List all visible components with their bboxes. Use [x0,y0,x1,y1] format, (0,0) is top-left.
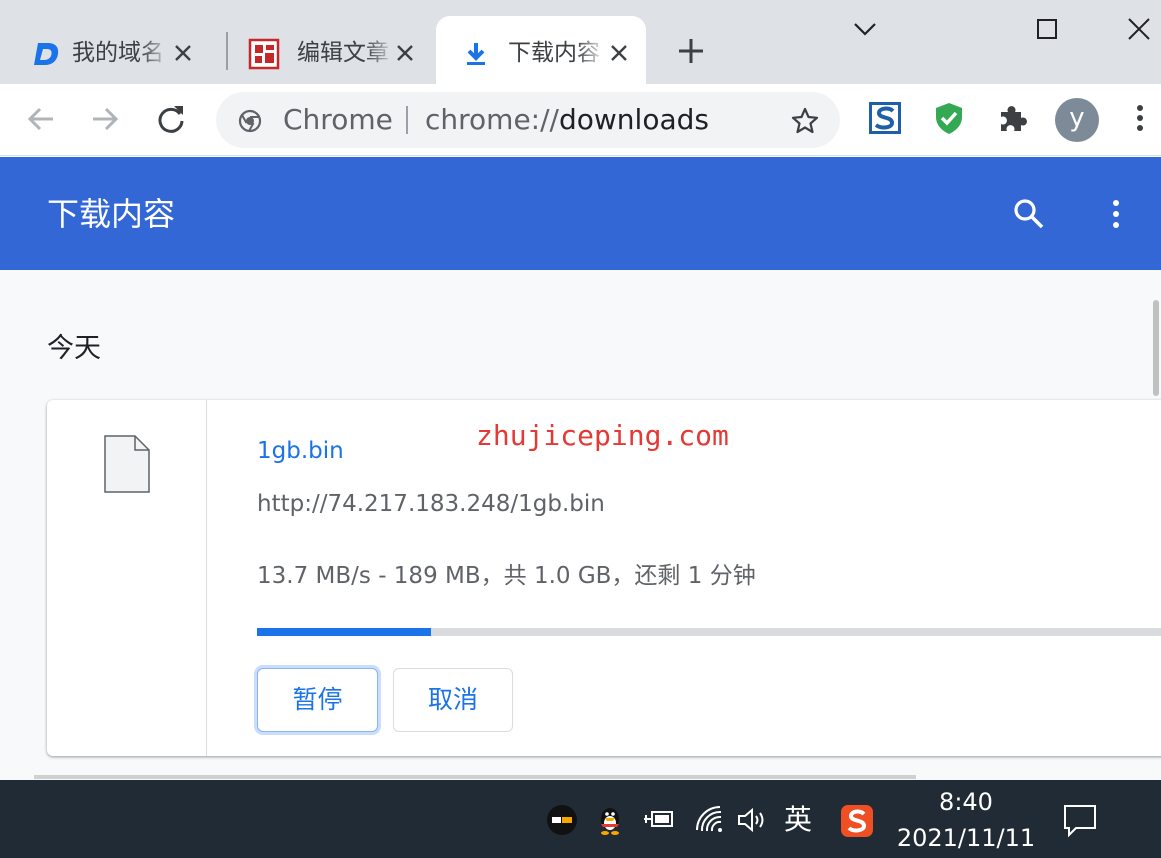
chrome-menu-icon[interactable] [1124,100,1156,136]
tray-app-badge-icon[interactable] [546,804,578,836]
power-plug-battery-icon[interactable] [642,804,674,836]
ime-language-indicator[interactable]: 英 [784,800,812,840]
dnspod-d-icon [30,38,62,70]
shield-check-extension-icon[interactable] [931,100,967,136]
horizontal-scrollbar[interactable] [34,775,916,779]
back-arrow-icon[interactable] [24,102,58,136]
tab-edit-post[interactable]: 编辑文章 [210,16,420,84]
download-status-text: 13.7 MB/s - 189 MB，共 1.0 GB，还剩 1 分钟 [257,563,756,589]
close-tab-icon[interactable] [608,42,630,64]
volume-speaker-icon[interactable] [736,804,768,836]
chrome-logo-icon [238,109,262,133]
download-arrow-icon [460,38,492,70]
taskbar-clock-date[interactable]: 2021/11/11 [896,822,1036,854]
forward-arrow-icon[interactable] [88,102,122,136]
bookmark-star-icon[interactable] [790,106,820,136]
cancel-button[interactable]: 取消 [393,668,513,732]
download-filename-link[interactable]: 1gb.bin [257,434,344,468]
scrollbar-thumb[interactable] [1153,300,1159,396]
downloads-header: 下载内容 [0,157,1161,270]
url-scheme: chrome:// [425,103,559,136]
date-group-heading: 今天 [47,333,101,364]
site-chip-label: Chrome [283,103,393,136]
close-tab-icon[interactable] [394,42,416,64]
download-progress-fill [257,628,431,636]
sogou-input-icon[interactable] [840,804,874,838]
tab-title: 下载内容 [508,40,600,66]
browser-toolbar: Chrome chrome://downloads y [0,84,1161,156]
new-tab-plus-icon[interactable] [676,36,706,66]
omnibox-divider [406,106,408,134]
extensions-puzzle-icon[interactable] [995,100,1031,136]
tab-title: 我的域名 [72,40,164,66]
pause-button[interactable]: 暂停 [257,668,378,732]
address-bar[interactable]: Chrome chrome://downloads [216,92,840,148]
seal-stamp-icon [248,38,280,70]
file-icon-column [47,400,207,756]
profile-avatar[interactable]: y [1055,98,1099,142]
page-title: 下载内容 [47,195,176,233]
windows-taskbar: 英 8:40 2021/11/11 [0,780,1161,858]
close-window-icon[interactable] [1122,14,1156,46]
maximize-window-icon[interactable] [1030,14,1064,46]
tab-search-chevron-icon[interactable] [848,14,882,46]
reload-icon[interactable] [154,102,188,136]
sogou-s-extension-icon[interactable] [867,100,903,136]
search-icon[interactable] [1012,197,1046,231]
tab-strip: 我的域名 编辑文章 下载内容 [0,0,1161,84]
more-options-icon[interactable] [1104,197,1128,231]
file-icon [104,435,150,493]
close-tab-icon[interactable] [172,42,194,64]
download-progress-bar [257,628,1161,636]
download-source-url[interactable]: http://74.217.183.248/1gb.bin [257,487,605,521]
qq-penguin-icon[interactable] [594,804,626,836]
notification-center-icon[interactable] [1062,802,1098,838]
wifi-icon[interactable] [694,804,726,836]
url-path: downloads [558,103,709,136]
taskbar-clock-time[interactable]: 8:40 [900,786,1032,818]
tab-title: 编辑文章 [297,40,389,66]
watermark-text: zhujiceping.com [476,419,729,452]
tab-domains[interactable]: 我的域名 [0,16,210,84]
tab-downloads[interactable]: 下载内容 [436,16,646,84]
url-text[interactable]: chrome://downloads [425,101,709,139]
